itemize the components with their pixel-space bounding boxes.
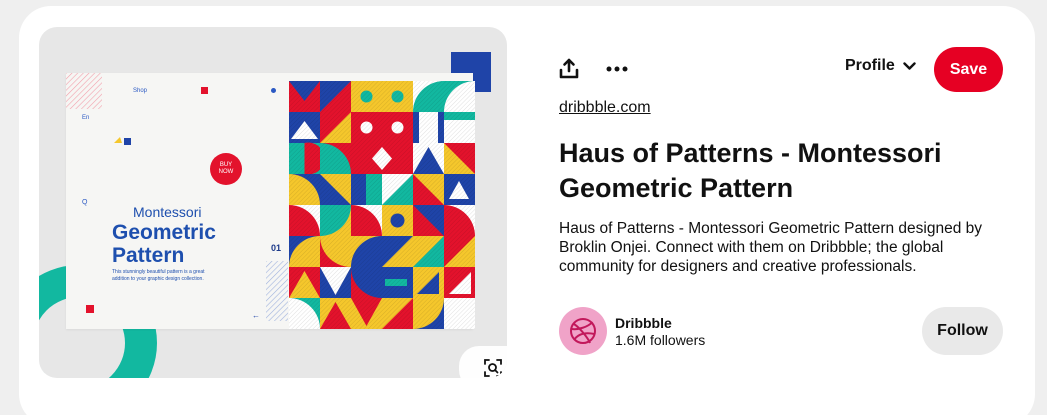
mock-title-line1: Geometric: [112, 221, 216, 244]
creator-avatar[interactable]: [559, 307, 607, 355]
mock-social-icon: [271, 88, 276, 93]
follower-count: 1.6M followers: [615, 332, 706, 348]
mock-shapes-icon: [114, 137, 131, 145]
mock-headline: Montessori Geometric Pattern: [112, 205, 216, 266]
board-profile-dropdown[interactable]: Profile: [845, 57, 916, 75]
follow-button[interactable]: Follow: [922, 307, 1003, 355]
mock-red-marker: [86, 305, 94, 313]
mock-title-line2: Pattern: [112, 244, 185, 267]
mock-page-number: 01: [271, 243, 282, 253]
pin-image[interactable]: Shop En Q BUY NOW Montessori Geometric P…: [39, 27, 507, 378]
more-icon: [606, 66, 628, 72]
mock-description: This stunningly beautiful pattern is a g…: [112, 269, 205, 282]
source-link[interactable]: dribbble.com: [559, 99, 651, 117]
dribbble-logo-icon: [570, 318, 596, 344]
chevron-down-icon: [903, 61, 916, 70]
mock-cart-icon: [201, 87, 208, 94]
pin-description: Haus of Patterns - Montessori Geometric …: [559, 220, 983, 276]
mock-subtitle: Montessori: [133, 204, 202, 220]
share-button[interactable]: [549, 49, 589, 89]
mock-prev-arrow-icon: ←: [252, 311, 260, 320]
geometric-pattern-art: [289, 81, 475, 329]
visual-search-icon: [484, 359, 502, 377]
share-icon: [559, 58, 579, 79]
mock-search-label: Q: [82, 199, 88, 206]
profile-label: Profile: [845, 57, 895, 74]
mock-language-label: En: [82, 115, 90, 121]
pin-title: Haus of Patterns - Montessori Geometric …: [559, 138, 942, 203]
hatch-corner-decoration: [66, 73, 102, 109]
save-button[interactable]: Save: [934, 47, 1003, 92]
more-options-button[interactable]: [597, 49, 637, 89]
visual-search-button[interactable]: [459, 346, 507, 378]
mock-webpage: Shop En Q BUY NOW Montessori Geometric P…: [66, 73, 475, 329]
mock-shop-label: Shop: [133, 88, 148, 94]
mock-hatch-strip: [266, 261, 288, 321]
creator-name[interactable]: Dribbble: [615, 315, 672, 331]
buy-now-badge: BUY NOW: [210, 153, 242, 185]
